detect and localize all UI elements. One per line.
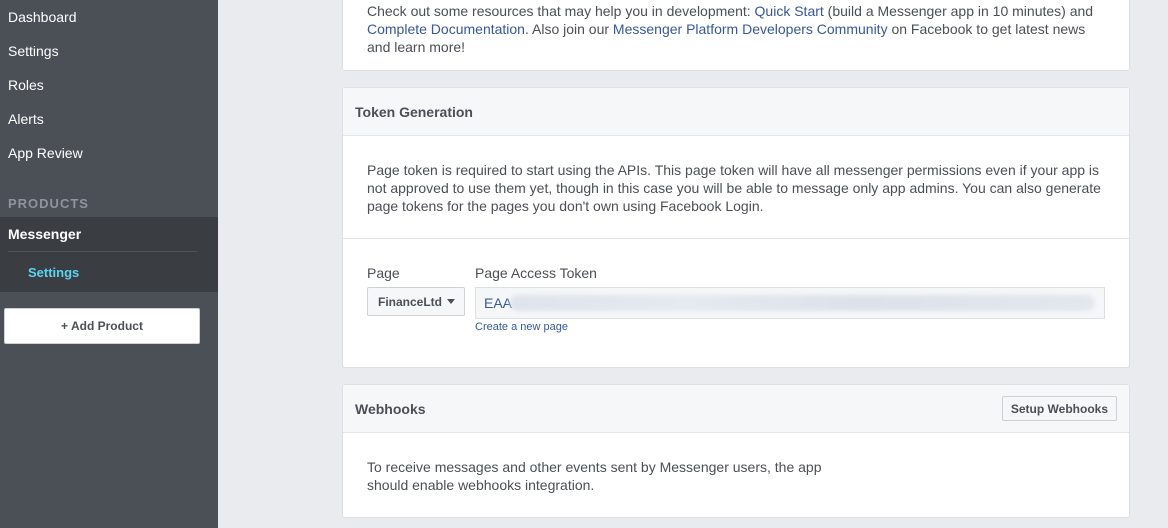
redacted-token-blur	[510, 295, 1095, 311]
resources-text-part: (build a Messenger app in 10 minutes) an…	[823, 3, 1094, 19]
sidebar-item-messenger[interactable]: Messenger	[8, 226, 81, 242]
token-value: EAA	[484, 295, 513, 311]
divider	[343, 238, 1129, 239]
sidebar-item-alerts[interactable]: Alerts	[8, 110, 44, 128]
sidebar-item-roles[interactable]: Roles	[8, 76, 44, 94]
sidebar-item-settings[interactable]: Settings	[8, 42, 59, 60]
page-access-token-field[interactable]: EAA	[475, 287, 1105, 319]
complete-documentation-link[interactable]: Complete Documentation	[367, 21, 525, 37]
sidebar: Dashboard Settings Roles Alerts App Revi…	[0, 0, 218, 528]
sidebar-item-app-review[interactable]: App Review	[8, 144, 83, 162]
page-label: Page	[367, 265, 400, 281]
page-access-token-label: Page Access Token	[475, 265, 597, 281]
webhooks-card: Webhooks Setup Webhooks To receive messa…	[342, 384, 1130, 518]
setup-webhooks-button[interactable]: Setup Webhooks	[1001, 396, 1117, 421]
token-generation-title: Token Generation	[355, 104, 473, 120]
developers-community-link[interactable]: Messenger Platform Developers Community	[613, 21, 888, 37]
page-select-value: FinanceLtd	[378, 294, 443, 309]
sidebar-item-dashboard[interactable]: Dashboard	[8, 8, 77, 26]
webhooks-title: Webhooks	[355, 401, 426, 417]
card-header: Token Generation	[343, 88, 1129, 136]
create-new-page-link[interactable]: Create a new page	[475, 321, 568, 333]
divider	[8, 251, 197, 252]
webhooks-description: To receive messages and other events sen…	[367, 459, 822, 493]
quick-start-link[interactable]: Quick Start	[755, 3, 824, 19]
resources-text: Check out some resources that may help y…	[367, 2, 1107, 56]
card-header: Webhooks Setup Webhooks	[343, 385, 1129, 433]
products-section-label: PRODUCTS	[8, 196, 89, 211]
token-generation-card: Token Generation Page token is required …	[342, 87, 1130, 368]
resources-text-part: Check out some resources that may help y…	[367, 3, 755, 19]
resources-card: Check out some resources that may help y…	[342, 0, 1130, 71]
add-product-button[interactable]: + Add Product	[4, 308, 200, 344]
caret-down-icon	[447, 299, 456, 304]
resources-text-part: . Also join our	[524, 21, 613, 37]
messenger-product-group: Messenger Settings	[0, 217, 218, 292]
sidebar-item-messenger-settings[interactable]: Settings	[28, 265, 79, 280]
token-generation-description: Page token is required to start using th…	[367, 162, 1101, 214]
page-select[interactable]: FinanceLtd	[367, 287, 465, 316]
